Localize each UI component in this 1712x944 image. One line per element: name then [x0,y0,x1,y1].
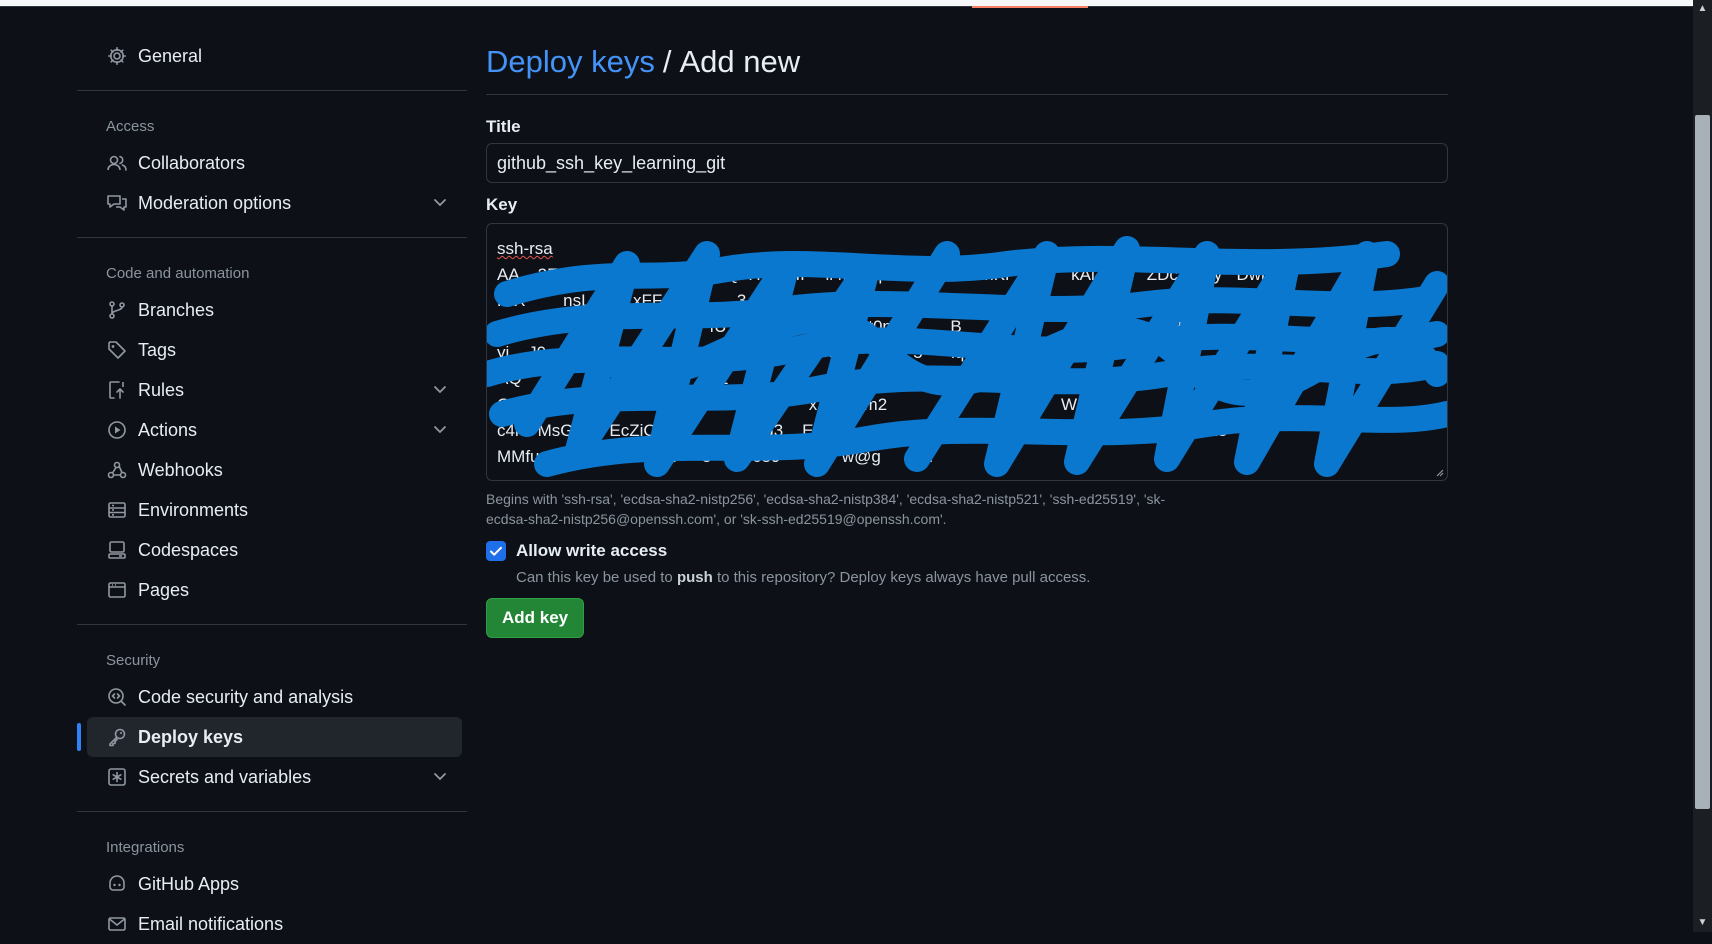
sidebar-divider [77,90,467,91]
sidebar-item-github-apps[interactable]: GitHub Apps [87,864,462,904]
sidebar-item-branches[interactable]: Branches [87,290,462,330]
asterisk-icon [106,766,128,788]
comment-discussion-icon [106,192,128,214]
codescan-icon [106,686,128,708]
server-icon [106,499,128,521]
sidebar-item-label: GitHub Apps [138,873,240,894]
sidebar-item-webhooks[interactable]: Webhooks [87,450,462,490]
sidebar-item-deploy-keys[interactable]: Deploy keys [77,717,462,757]
add-key-button[interactable]: Add key [486,598,585,638]
sidebar-item-label: Codespaces [138,539,239,560]
people-icon [106,152,128,174]
sidebar-item-code-security[interactable]: Code security and analysis [87,677,462,717]
chevron-down-icon[interactable] [430,379,450,399]
sidebar-divider [77,237,467,238]
section-heading-security: Security [106,651,161,669]
page-scrollbar[interactable]: ▲ ▼ [1693,0,1712,932]
sidebar-item-collaborators[interactable]: Collaborators [87,143,462,183]
key-format-hint: Begins with 'ssh-rsa', 'ecdsa-sha2-nistp… [486,491,1166,527]
git-branch-icon [106,299,128,321]
title-input-value: github_ssh_key_learning_git [497,152,726,173]
browser-icon [106,579,128,601]
sidebar-item-label: Pages [138,579,190,600]
resize-handle-icon[interactable] [1434,467,1444,477]
play-icon [106,419,128,441]
sidebar-item-label: Rules [138,379,185,400]
breadcrumb-separator: / [662,44,672,79]
breadcrumb-deploy-keys[interactable]: Deploy keys [486,44,655,80]
title-label: Title [486,117,521,136]
sidebar-item-general[interactable]: General [87,36,462,76]
top-divider [0,6,1712,7]
scrollbar-thumb[interactable] [1695,115,1710,809]
chevron-down-icon[interactable] [430,419,450,439]
page-heading: Add new [679,44,801,79]
sidebar-item-secrets-variables[interactable]: Secrets and variables [87,757,462,797]
codespaces-icon [106,539,128,561]
write-access-checkbox[interactable] [486,541,506,561]
sidebar-item-label: Environments [138,499,249,520]
sidebar-item-label: Secrets and variables [138,766,312,787]
write-access-note: Can this key be used to push to this rep… [516,569,1448,586]
sidebar-item-label: Deploy keys [138,726,244,747]
sidebar-item-email-notifications[interactable]: Email notifications [87,904,462,944]
sidebar-item-label: Webhooks [138,459,223,480]
redaction-scribble [487,236,1447,477]
section-heading-integrations: Integrations [106,838,185,856]
sidebar-item-codespaces[interactable]: Codespaces [87,530,462,570]
check-icon [490,546,502,556]
note-text: to this repository? Deploy keys always h… [712,569,1091,586]
sidebar-item-label: Tags [138,339,177,360]
webhook-icon [106,459,128,481]
key-label: Key [486,195,518,214]
sidebar-item-pages[interactable]: Pages [87,570,462,610]
scroll-down-icon[interactable]: ▼ [1693,914,1712,932]
apps-icon [106,873,128,895]
sidebar-item-label: Email notifications [138,913,284,934]
sidebar-item-tags[interactable]: Tags [87,330,462,370]
gear-icon [106,45,128,67]
sidebar-item-label: Actions [138,419,198,440]
key-textarea[interactable]: ssh-rsa AA 2EAAAA QA A AQDVQ H A5TfP ll4… [486,223,1448,481]
sidebar-divider [77,624,467,625]
write-access-row: Allow write access [486,541,1448,561]
key-icon [106,726,128,748]
tag-icon [106,339,128,361]
sidebar-item-label: Code security and analysis [138,686,354,707]
section-heading-code-automation: Code and automation [106,264,250,282]
chevron-down-icon[interactable] [430,766,450,786]
sidebar-item-label: Collaborators [138,152,246,173]
sidebar-item-label: Branches [138,299,215,320]
chevron-down-icon[interactable] [430,192,450,212]
title-input[interactable]: github_ssh_key_learning_git [486,143,1448,183]
sidebar-item-moderation-options[interactable]: Moderation options [87,183,462,223]
page-title: Deploy keys / Add new [486,36,1448,95]
sidebar-divider [77,811,467,812]
sidebar-item-label: Moderation options [138,192,292,213]
scroll-up-icon[interactable]: ▲ [1693,0,1712,18]
note-bold: push [676,569,713,586]
active-tab-underline [972,6,1088,8]
settings-sidebar: General Access Collaborators Moderation … [77,36,467,944]
sidebar-item-environments[interactable]: Environments [87,490,462,530]
note-text: Can this key be used to [516,569,677,586]
browser-top-strip [0,0,1712,8]
repo-push-icon [106,379,128,401]
sidebar-item-label: General [138,45,203,66]
deploy-key-form: Deploy keys / Add new Title github_ssh_k… [486,36,1448,638]
section-heading-access: Access [106,117,155,135]
sidebar-item-rules[interactable]: Rules [87,370,462,410]
write-access-label[interactable]: Allow write access [516,541,667,561]
sidebar-item-actions[interactable]: Actions [87,410,462,450]
